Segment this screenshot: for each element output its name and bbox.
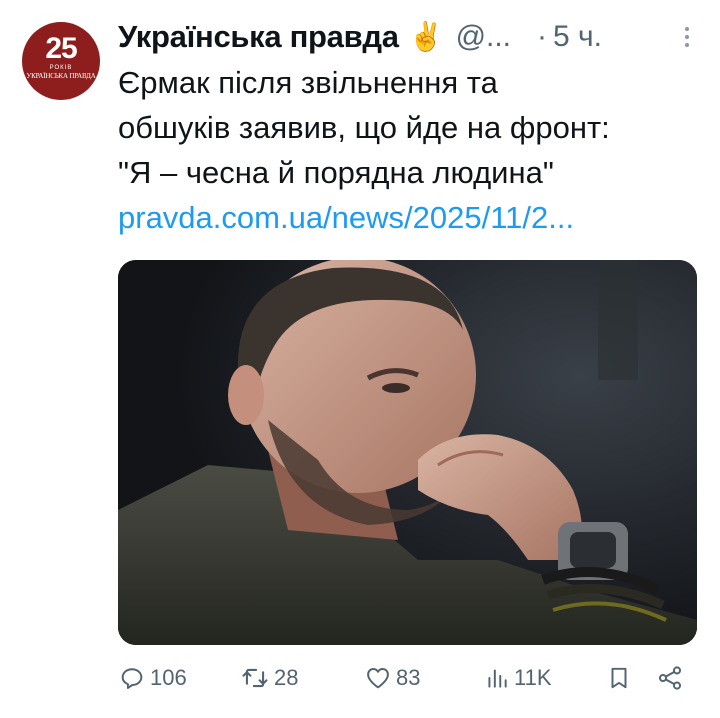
separator-dot: · <box>537 20 548 53</box>
avatar[interactable]: 25 РОКІВ УКРАЇНСЬКА ПРАВДА <box>22 22 100 100</box>
tweet-header: Українська правда ✌️ @... · 5 ч. <box>118 14 702 60</box>
bookmark-icon <box>611 667 627 689</box>
retweet-button[interactable]: 28 <box>240 664 298 692</box>
tweet-text-line: Єрмак після звільнення та <box>118 65 498 100</box>
victory-hand-emoji: ✌️ <box>408 21 444 52</box>
tweet-text: Єрмак після звільнення та обшуків заявив… <box>118 60 703 240</box>
tweet-card[interactable]: 25 РОКІВ УКРАЇНСЬКА ПРАВДА Українська пр… <box>0 0 720 718</box>
like-count: 83 <box>396 665 421 690</box>
reply-icon <box>121 668 143 689</box>
tweet-text-line: "Я – чесна й порядна людина" <box>118 155 554 190</box>
reply-count: 106 <box>150 665 187 690</box>
views-button[interactable]: 11K <box>484 664 552 692</box>
avatar-number: 25 <box>45 32 77 65</box>
tweet-actions: 106 28 83 11K <box>118 660 688 704</box>
display-name[interactable]: Українська правда <box>118 19 399 55</box>
share-icon <box>658 666 682 690</box>
tweet-photo[interactable] <box>118 260 697 645</box>
user-handle[interactable]: @... <box>456 20 511 54</box>
retweet-icon <box>242 668 268 688</box>
views-chart-icon <box>488 669 507 688</box>
share-button[interactable] <box>656 664 684 692</box>
reply-button[interactable]: 106 <box>118 664 187 692</box>
article-link[interactable]: pravda.com.ua/news/2025/11/2... <box>118 195 703 240</box>
tweet-text-line: обшуків заявив, що йде на фронт: <box>118 110 610 145</box>
like-button[interactable]: 83 <box>364 664 420 692</box>
bookmark-button[interactable] <box>606 664 632 692</box>
retweet-count: 28 <box>274 665 299 690</box>
photo-man-thinking <box>118 260 697 645</box>
views-count: 11K <box>514 665 552 690</box>
timestamp[interactable]: 5 ч. <box>553 20 602 54</box>
heart-icon <box>367 668 389 689</box>
more-options-icon[interactable] <box>672 22 702 52</box>
avatar-brand: УКРАЇНСЬКА ПРАВДА <box>26 72 96 80</box>
avatar-years: РОКІВ <box>49 65 73 71</box>
